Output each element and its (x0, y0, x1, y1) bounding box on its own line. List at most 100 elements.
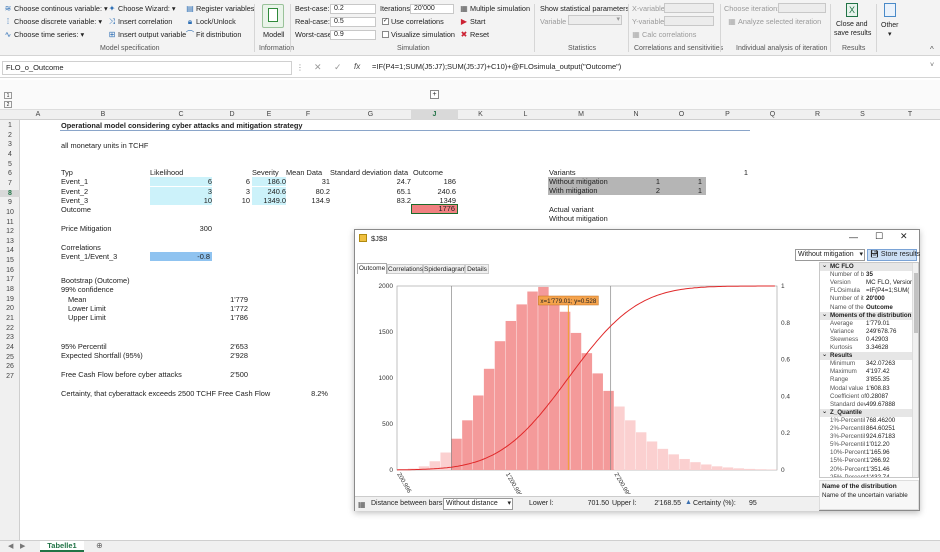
property-value: 1'608.83 (866, 384, 890, 392)
sheet-tab-tabelle1[interactable]: Tabelle1 (40, 541, 84, 552)
panel-section-header[interactable]: ⌄ Z_Quantile (820, 408, 912, 417)
settings-icon[interactable]: ▦ (358, 500, 366, 509)
panel-property-row[interactable]: Modal value 1'608.83 (820, 385, 912, 393)
property-value: Outcome (866, 303, 893, 311)
histogram-bar (462, 420, 473, 470)
panel-property-row[interactable]: Number of b 35 (820, 271, 912, 279)
likelihood-cell[interactable]: 6 (150, 177, 212, 186)
property-key: 5%-Percentil (830, 441, 866, 449)
histogram-bar (625, 420, 636, 470)
store-results-button[interactable]: 💾︎ Store results (867, 249, 920, 261)
minimize-icon[interactable]: — (849, 232, 858, 242)
property-key: 1%-Percentil (830, 416, 866, 424)
panel-property-row[interactable]: Variance 249'678.76 (820, 328, 912, 336)
property-value: 1'779.01 (866, 319, 890, 327)
severity-cell[interactable]: 240.6 (252, 186, 286, 196)
upper-limit-label: Upper l: (612, 500, 637, 507)
panel-section-header[interactable]: ⌄ Moments of the distribution (820, 311, 912, 320)
property-value: 768.46200 (866, 416, 896, 424)
severity-cell[interactable]: 186.0 (252, 177, 286, 186)
certainty-label: Certainty, that cyberattack exceeds 2500… (61, 389, 271, 398)
panel-property-row[interactable]: Minimum 342.07263 (820, 360, 912, 368)
lower-limit-input[interactable]: 701.50 (575, 500, 609, 507)
property-key: Range (830, 376, 849, 384)
outcome-cell[interactable]: 1776 (411, 204, 458, 214)
price-mitigation-value[interactable]: 300 (150, 224, 212, 233)
panel-property-row[interactable]: Coefficient of 0.28087 (820, 393, 912, 401)
property-value: 0.42903 (866, 335, 889, 343)
scroll-left-icon[interactable]: ◀ (8, 542, 13, 550)
variants-value[interactable]: 1 (728, 168, 748, 177)
histogram-bar (668, 454, 679, 470)
upper-limit-input[interactable]: 2'168.55 (651, 500, 681, 507)
tab-details[interactable]: Details (465, 264, 489, 274)
header-mean-data: Mean Data (286, 168, 323, 177)
panel-property-row[interactable]: 3%-Percentil 924.67183 (820, 433, 912, 441)
likelihood-cell[interactable]: 3 (150, 186, 212, 196)
mean-value: 1'779 (230, 295, 248, 304)
panel-property-row[interactable]: 10%-Percentil 1'165.96 (820, 449, 912, 457)
variant-dropdown[interactable]: Without mitigation ▾ (795, 249, 865, 261)
tab-outcome[interactable]: Outcome (357, 263, 387, 274)
collapse-icon[interactable]: ⌄ (822, 263, 827, 270)
panel-section-header[interactable]: ⌄ Results (820, 352, 912, 361)
panel-property-row[interactable]: Number of it 20'000 (820, 295, 912, 303)
distance-select[interactable]: Without distance ▾ (443, 498, 513, 510)
panel-section-title: MC FLO (830, 263, 854, 270)
severity-cell[interactable]: 1349.0 (252, 196, 286, 205)
property-key: Modal value (830, 384, 864, 392)
likelihood-cell[interactable]: 10 (150, 196, 212, 205)
panel-property-row[interactable]: 2%-Percentil 864.60251 (820, 425, 912, 433)
histogram-bar (657, 448, 669, 470)
tab-spiderdiagram[interactable]: Spiderdiagram (423, 264, 466, 274)
property-panel: ⌄ MC FLO Number of b 35 Version MC FLO, Versi… (819, 262, 919, 478)
histogram-bar (722, 467, 734, 470)
property-value: 924.67183 (866, 433, 896, 441)
panel-property-row[interactable]: Kurtosis 3.34628 (820, 344, 912, 352)
property-key: 15%-Percentil (830, 457, 866, 465)
tab-correlations[interactable]: Correlations (387, 264, 423, 274)
panel-property-row[interactable]: Version MC FLO, Version (820, 279, 912, 287)
property-key: Maximum (830, 368, 857, 376)
add-sheet-icon[interactable]: ⊕ (96, 541, 103, 550)
panel-property-row[interactable]: 15%-Percentil 1'266.92 (820, 457, 912, 465)
save-icon: 💾︎ (870, 251, 879, 258)
panel-property-row[interactable]: Average 1'779.01 (820, 320, 912, 328)
collapse-icon[interactable]: ⌄ (822, 352, 827, 359)
property-value: 3'855.35 (866, 376, 890, 384)
actual-variant-value: Without mitigation (549, 214, 608, 223)
y2-tick-label: 1 (781, 283, 785, 290)
property-key: Skewness (830, 335, 859, 343)
panel-property-row[interactable]: 5%-Percentil 1'012.20 (820, 441, 912, 449)
close-icon[interactable]: ✕ (900, 231, 908, 242)
panel-scrollbar[interactable] (912, 263, 918, 477)
panel-property-row[interactable]: FLOsimula =IF(P4=1;SUM( (820, 287, 912, 295)
collapse-icon[interactable]: ⌄ (822, 312, 827, 319)
panel-section-header[interactable]: ⌄ MC FLO (820, 263, 912, 272)
maximize-icon[interactable]: ☐ (875, 231, 883, 242)
panel-property-row[interactable]: 1%-Percentil 768.46200 (820, 417, 912, 425)
scroll-right-icon[interactable]: ▶ (20, 542, 25, 550)
outcome-value-cell: 240.6 (437, 186, 457, 196)
lower-limit-value: 1'772 (230, 304, 248, 313)
property-key: Average (830, 319, 853, 327)
y2-tick-label: 0.8 (781, 320, 790, 327)
collapse-icon[interactable]: ⌄ (822, 409, 827, 416)
property-value: 4'197.42 (866, 368, 890, 376)
panel-property-row[interactable]: Range 3'855.35 (820, 376, 912, 384)
lower-limit-label: Lower l: (529, 500, 554, 507)
certainty-value: 8.2% (311, 389, 328, 398)
correlation-value[interactable]: -0.8 (150, 252, 212, 261)
panel-property-row[interactable]: Maximum 4'197.42 (820, 368, 912, 376)
panel-property-row[interactable]: 20%-Percentil 1'351.46 (820, 466, 912, 474)
y2-tick-label: 0.6 (781, 357, 790, 364)
property-key: Coefficient of (830, 392, 866, 400)
scrollbar-thumb[interactable] (914, 273, 918, 333)
panel-property-row[interactable]: Name of the Outcome (820, 304, 912, 312)
certainty-input[interactable]: 95 (749, 500, 757, 507)
outcome-value-cell: 186 (443, 177, 456, 186)
header-outcome: Outcome (413, 168, 443, 177)
panel-property-row[interactable]: 25%-Percentil 1'432.74 (820, 474, 912, 477)
panel-property-row[interactable]: Skewness 0.42903 (820, 336, 912, 344)
panel-property-row[interactable]: Standard dev 499.67888 (820, 401, 912, 409)
